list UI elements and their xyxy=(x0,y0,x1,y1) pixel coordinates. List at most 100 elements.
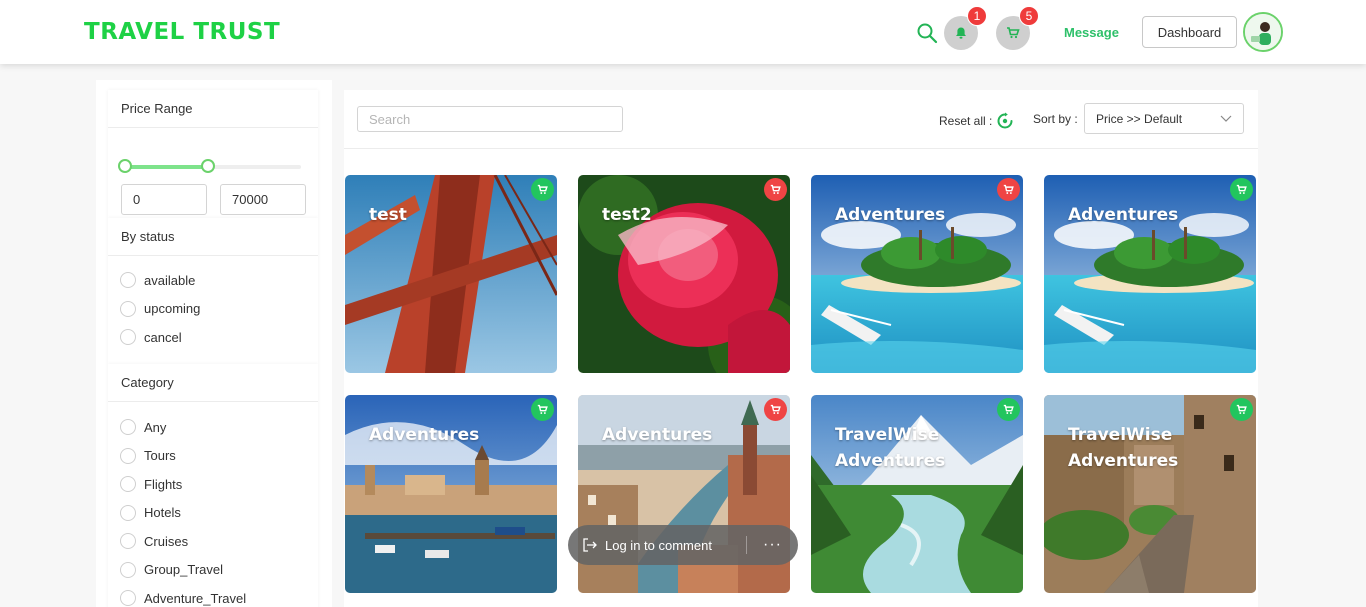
status-options: available upcoming cancel xyxy=(108,256,318,352)
price-range-panel: Price Range xyxy=(108,90,318,218)
sort-label: Sort by : xyxy=(1033,112,1078,126)
cart-icon xyxy=(1236,184,1247,194)
status-option-label: upcoming xyxy=(144,301,201,317)
price-slider-max-handle[interactable] xyxy=(200,159,215,173)
cart-icon xyxy=(1003,404,1014,414)
site-logo[interactable]: TRAVEL TRUST xyxy=(84,19,280,45)
search-icon[interactable] xyxy=(916,22,938,44)
refresh-icon xyxy=(997,112,1013,129)
add-to-cart-button[interactable] xyxy=(1230,398,1253,421)
radio-button[interactable] xyxy=(120,590,136,607)
category-panel: Category Any Tours Flights Hotels Cruises Gro… xyxy=(108,364,318,607)
tour-card-title: TravelWise Adventures xyxy=(1068,425,1179,471)
avatar[interactable] xyxy=(1243,12,1283,52)
notifications-button[interactable]: 1 xyxy=(944,6,987,50)
radio-button[interactable] xyxy=(120,272,136,289)
price-range-title: Price Range xyxy=(108,90,318,128)
category-option[interactable]: Group_Travel xyxy=(108,556,318,585)
price-max-input[interactable] xyxy=(220,184,306,215)
cart-badge: 5 xyxy=(1019,6,1039,26)
add-to-cart-button[interactable] xyxy=(531,398,554,421)
tour-card[interactable]: TravelWise Adventures xyxy=(811,395,1023,593)
search-input[interactable] xyxy=(357,106,623,132)
category-title: Category xyxy=(108,364,318,402)
cart-icon xyxy=(1007,27,1020,39)
message-link[interactable]: Message xyxy=(1064,25,1119,40)
cart-button[interactable]: 5 xyxy=(996,6,1039,50)
category-option[interactable]: Flights xyxy=(108,470,318,499)
status-option-label: cancel xyxy=(144,329,182,345)
status-title: By status xyxy=(108,218,318,256)
radio-button[interactable] xyxy=(120,533,136,550)
radio-button[interactable] xyxy=(120,447,136,464)
filter-sidebar: Price Range By status available upcoming c… xyxy=(96,80,332,607)
reset-all-button[interactable]: Reset all : xyxy=(939,112,1014,130)
cart-icon xyxy=(770,404,781,414)
tour-card-title: test2 xyxy=(602,205,652,225)
tour-card[interactable]: Adventures xyxy=(1044,175,1256,373)
status-option-label: available xyxy=(144,272,196,288)
tour-card[interactable]: test xyxy=(345,175,557,373)
tour-card[interactable]: test2 xyxy=(578,175,790,373)
category-option-label: Group_Travel xyxy=(144,562,223,578)
radio-button[interactable] xyxy=(120,504,136,521)
chevron-down-icon xyxy=(1220,115,1232,122)
add-to-cart-button[interactable] xyxy=(997,398,1020,421)
results-area: Reset all : Sort by : Price >> Default t… xyxy=(344,90,1258,607)
price-slider-min-handle[interactable] xyxy=(118,159,132,173)
category-option[interactable]: Cruises xyxy=(108,527,318,556)
reset-all-label: Reset all : xyxy=(939,114,993,128)
category-option-label: Tours xyxy=(144,448,176,464)
add-to-cart-button[interactable] xyxy=(531,178,554,201)
comment-bar: Log in to comment ··· xyxy=(568,525,798,565)
cart-icon xyxy=(770,184,781,194)
category-option[interactable]: Tours xyxy=(108,442,318,471)
radio-button[interactable] xyxy=(120,329,136,346)
add-to-cart-button[interactable] xyxy=(1230,178,1253,201)
category-option-label: Adventure_Travel xyxy=(144,590,247,606)
category-options: Any Tours Flights Hotels Cruises Group_Travel… xyxy=(108,402,318,607)
notifications-badge: 1 xyxy=(967,6,987,26)
tour-card[interactable]: Adventures xyxy=(811,175,1023,373)
category-option[interactable]: Adventure_Travel xyxy=(108,584,318,607)
price-slider-fill xyxy=(125,165,208,169)
sort-select[interactable]: Price >> Default xyxy=(1084,103,1244,134)
radio-button[interactable] xyxy=(120,476,136,493)
radio-button[interactable] xyxy=(120,419,136,436)
category-option-label: Cruises xyxy=(144,533,189,549)
results-toolbar: Reset all : Sort by : Price >> Default xyxy=(344,90,1258,149)
tour-card-title: test xyxy=(369,205,407,225)
tour-card-title: Adventures xyxy=(835,205,946,225)
cart-icon xyxy=(537,184,548,194)
category-option-label: Any xyxy=(144,419,167,435)
tour-card-title: TravelWise Adventures xyxy=(835,425,946,471)
status-option[interactable]: upcoming xyxy=(108,295,318,324)
cart-icon xyxy=(537,404,548,414)
tour-card[interactable]: Adventures xyxy=(345,395,557,593)
login-to-comment-button[interactable]: Log in to comment xyxy=(568,525,746,565)
category-option[interactable]: Hotels xyxy=(108,499,318,528)
cart-icon xyxy=(1236,404,1247,414)
category-option[interactable]: Any xyxy=(108,413,318,442)
cart-icon xyxy=(1003,184,1014,194)
category-option-label: Hotels xyxy=(144,505,181,521)
status-option[interactable]: cancel xyxy=(108,323,318,352)
price-min-input[interactable] xyxy=(121,184,207,215)
category-option-label: Flights xyxy=(144,476,183,492)
add-to-cart-button[interactable] xyxy=(997,178,1020,201)
radio-button[interactable] xyxy=(120,561,136,578)
radio-button[interactable] xyxy=(120,300,136,317)
price-slider[interactable] xyxy=(118,159,301,173)
login-to-comment-label: Log in to comment xyxy=(605,537,712,553)
tour-card[interactable]: TravelWise Adventures xyxy=(1044,395,1256,593)
add-to-cart-button[interactable] xyxy=(764,398,787,421)
tour-card-title: Adventures xyxy=(602,425,713,445)
more-options-button[interactable]: ··· xyxy=(747,536,798,554)
status-panel: By status available upcoming cancel xyxy=(108,218,318,364)
add-to-cart-button[interactable] xyxy=(764,178,787,201)
status-option[interactable]: available xyxy=(108,266,318,295)
login-icon xyxy=(583,538,597,552)
top-header: TRAVEL TRUST 1 5 Message Dashboard xyxy=(0,0,1366,64)
dashboard-button[interactable]: Dashboard xyxy=(1142,16,1237,48)
tour-card-title: Adventures xyxy=(369,425,480,445)
